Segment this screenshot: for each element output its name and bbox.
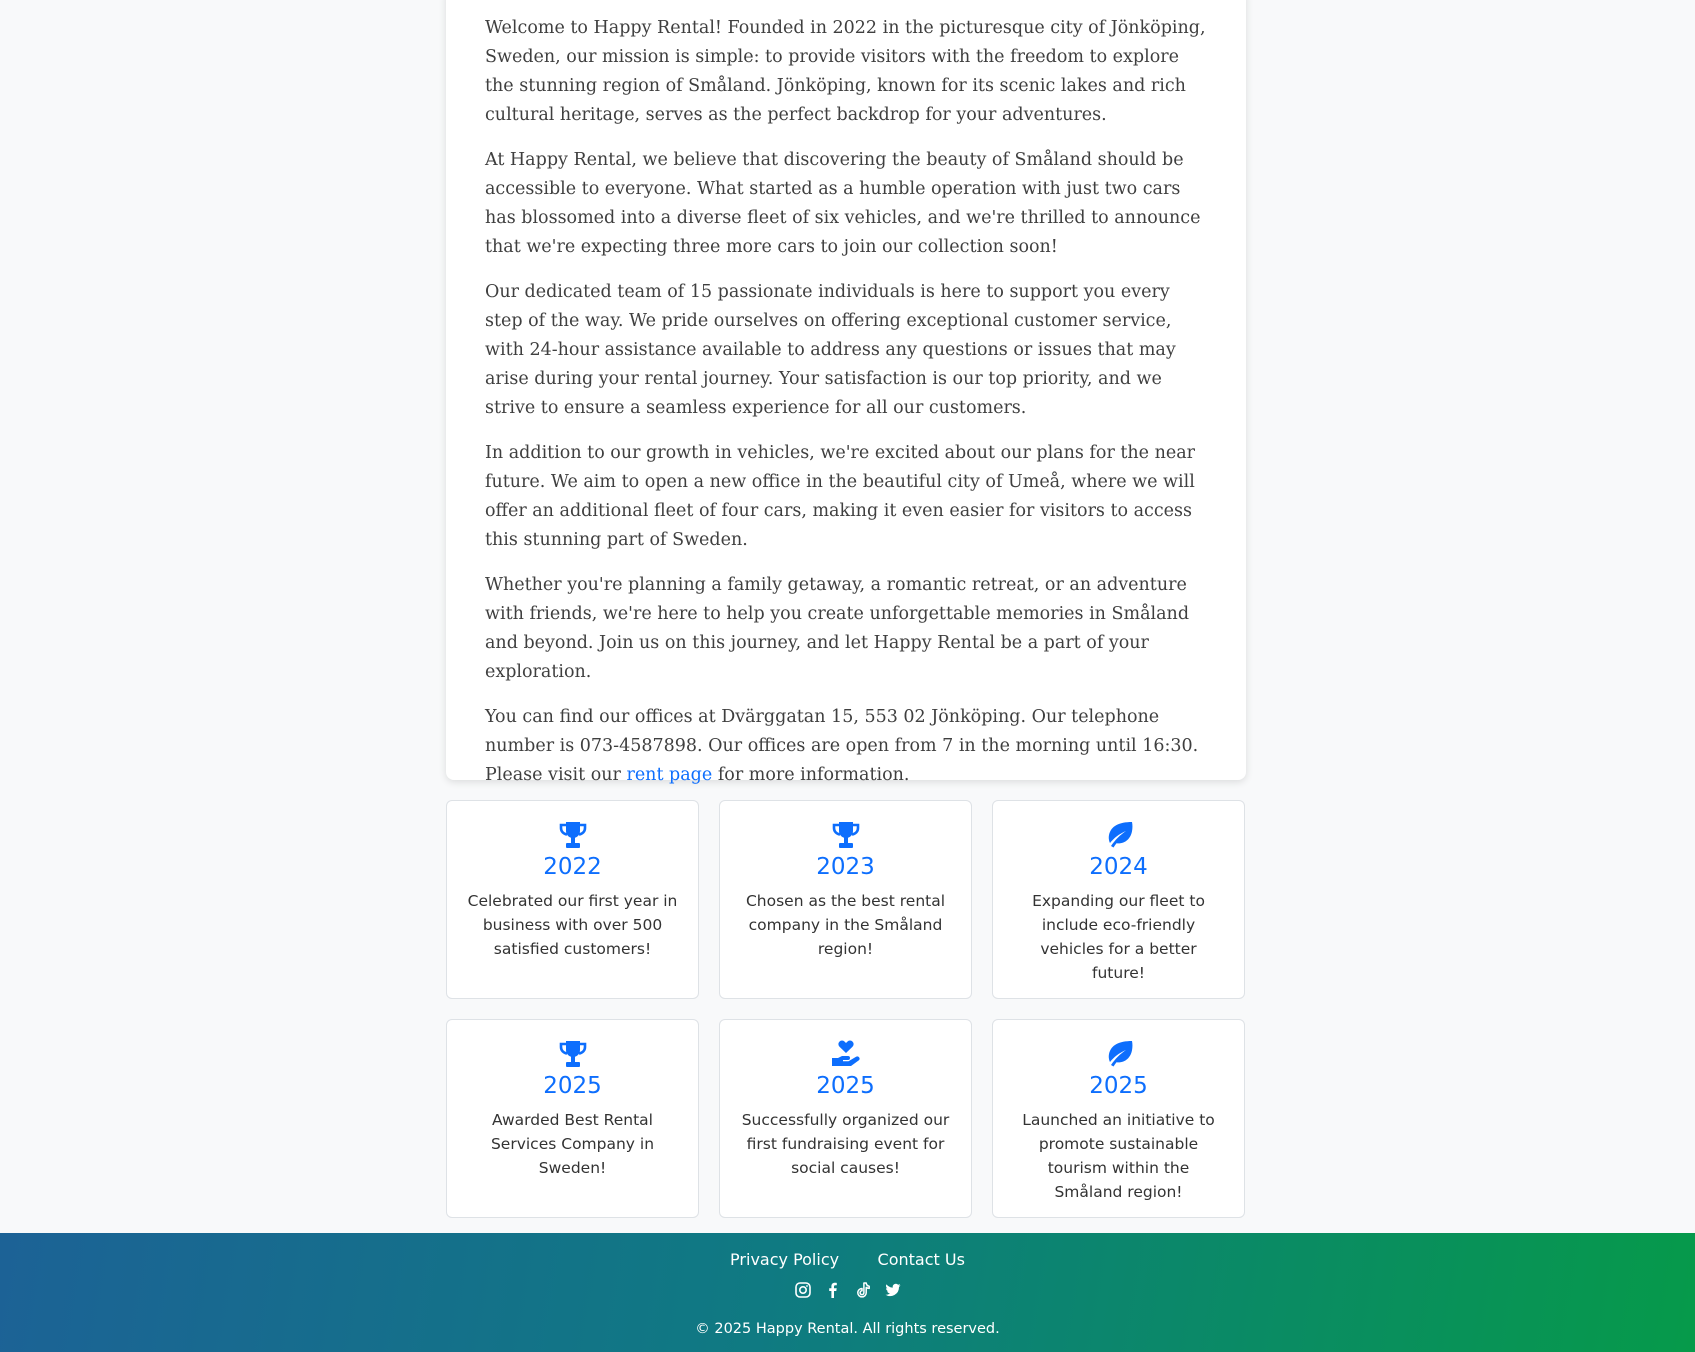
milestone-text: Launched an initiative to promote sustai… <box>1022 1111 1215 1201</box>
about-paragraph: Whether you're planning a family getaway… <box>485 575 1190 682</box>
about-paragraph: At Happy Rental, we believe that discove… <box>485 150 1201 257</box>
about-paragraph-contact: You can find our offices at Dvärggatan 1… <box>485 703 1206 790</box>
milestone-text: Successfully organized our first fundrai… <box>741 1111 950 1177</box>
about-paragraph: Our dedicated team of 15 passionate indi… <box>485 282 1176 418</box>
site-footer: Privacy Policy Contact Us © 2025 Happy R… <box>0 1233 1695 1352</box>
tiktok-icon[interactable] <box>854 1281 872 1299</box>
contact-us-link[interactable]: Contact Us <box>878 1250 965 1269</box>
contact-text-end: for more information. <box>712 765 910 785</box>
milestone-text: Chosen as the best rental company in the… <box>745 892 946 958</box>
footer-links: Privacy Policy Contact Us <box>0 1250 1695 1270</box>
twitter-icon[interactable] <box>884 1281 902 1299</box>
milestone-card: 2025 Awarded Best Rental Services Compan… <box>446 1019 699 1218</box>
trophy-icon <box>447 1039 698 1069</box>
about-paragraph: Welcome to Happy Rental! Founded in 2022… <box>485 18 1206 125</box>
leaf-icon <box>993 1039 1244 1069</box>
trophy-icon <box>447 820 698 850</box>
milestone-text: Expanding our fleet to include eco-frien… <box>1032 892 1205 982</box>
milestone-year: 2023 <box>816 854 875 880</box>
privacy-policy-link[interactable]: Privacy Policy <box>730 1250 839 1269</box>
hand-holding-heart-icon <box>720 1039 971 1069</box>
rent-page-link[interactable]: rent page <box>626 765 712 785</box>
milestone-card: 2023 Chosen as the best rental company i… <box>719 800 972 999</box>
leaf-icon <box>993 820 1244 850</box>
milestone-text: Awarded Best Rental Services Company in … <box>490 1111 655 1177</box>
trophy-icon <box>720 820 971 850</box>
milestone-year: 2022 <box>543 854 602 880</box>
about-card: Welcome to Happy Rental! Founded in 2022… <box>446 0 1246 785</box>
milestone-card: 2024 Expanding our fleet to include eco-… <box>992 800 1245 999</box>
about-paragraph: In addition to our growth in vehicles, w… <box>485 443 1196 550</box>
milestone-card: 2025 Launched an initiative to promote s… <box>992 1019 1245 1218</box>
milestone-year: 2024 <box>1089 854 1148 880</box>
facebook-icon[interactable] <box>824 1281 842 1299</box>
milestone-year: 2025 <box>543 1073 602 1099</box>
milestone-text: Celebrated our first year in business wi… <box>467 892 678 958</box>
copyright-text: © 2025 Happy Rental. All rights reserved… <box>695 1321 1000 1337</box>
milestone-year: 2025 <box>1089 1073 1148 1099</box>
instagram-icon[interactable] <box>794 1281 812 1299</box>
milestone-card: 2025 Successfully organized our first fu… <box>719 1019 972 1218</box>
social-links <box>0 1281 1695 1299</box>
milestone-card: 2022 Celebrated our first year in busine… <box>446 800 699 999</box>
milestone-year: 2025 <box>816 1073 875 1099</box>
